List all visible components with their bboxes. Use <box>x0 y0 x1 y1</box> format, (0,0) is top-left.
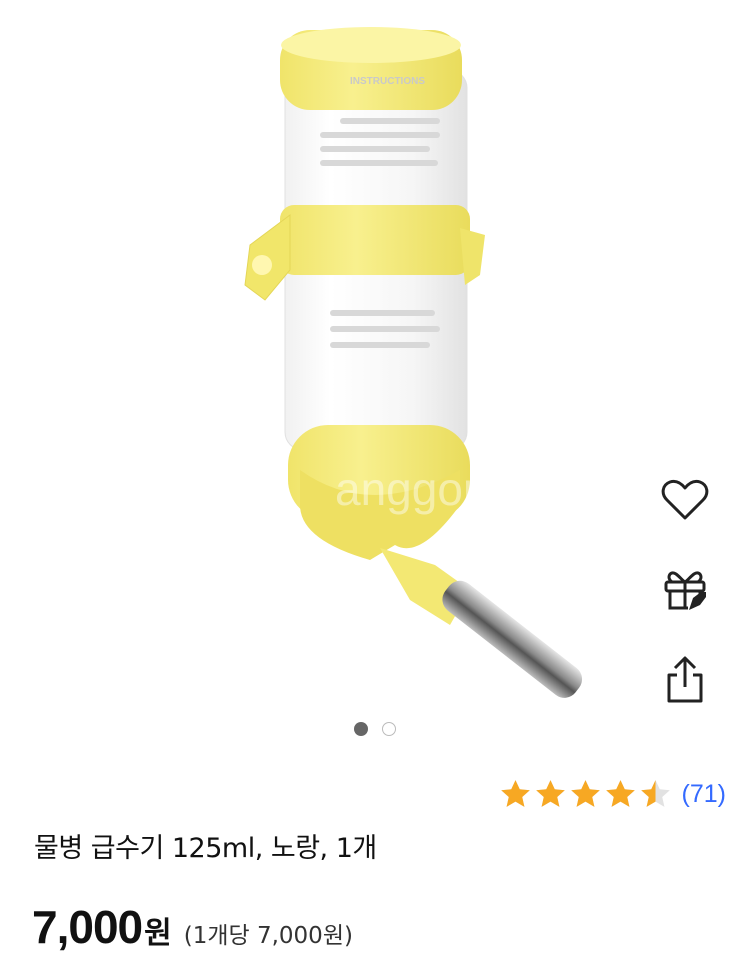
star-icon <box>640 779 670 807</box>
pager-dot-2[interactable] <box>382 722 396 736</box>
rating-summary[interactable]: (71) <box>499 774 726 814</box>
pager-dot-1[interactable] <box>354 722 368 736</box>
gift-icon <box>664 571 706 610</box>
share-icon <box>667 656 703 703</box>
unit-price: (1개당 7,000원) <box>183 923 353 949</box>
watermark-text: anggong <box>335 463 514 515</box>
gift-button[interactable] <box>655 560 715 620</box>
star-rating <box>499 778 672 811</box>
product-title: 물병 급수기 125ml, 노랑, 1개 <box>34 833 377 864</box>
review-count-link[interactable]: (71) <box>682 780 726 809</box>
star-icon <box>535 779 565 807</box>
price-value: 7,000 <box>32 901 143 953</box>
wishlist-button[interactable] <box>655 470 715 530</box>
image-pager <box>0 722 750 738</box>
star-icon <box>570 779 600 807</box>
bottle-label: INSTRUCTIONS <box>350 76 425 87</box>
price-currency: 원 <box>144 916 172 951</box>
star-icon <box>500 779 530 807</box>
star-icon <box>605 779 635 807</box>
heart-icon <box>661 479 709 520</box>
product-image[interactable]: INSTRUCTIONS anggong <box>0 0 750 720</box>
price-row: 7,000 원 (1개당 7,000원) <box>32 900 353 954</box>
share-button[interactable] <box>655 650 715 710</box>
